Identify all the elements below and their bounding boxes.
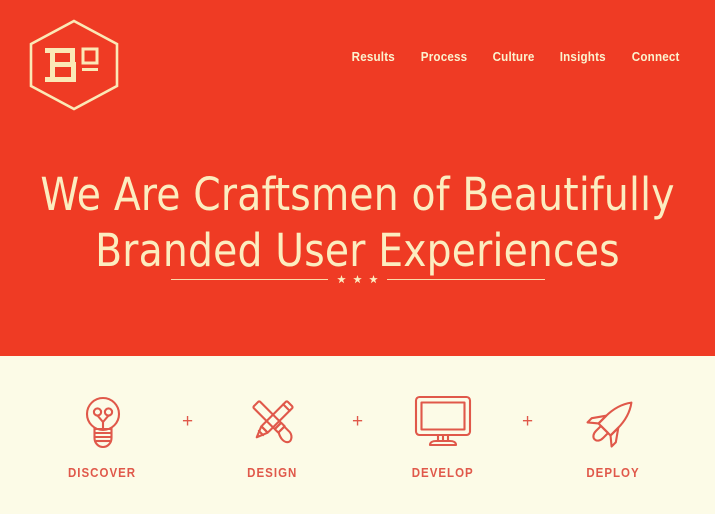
process-step-deploy[interactable]: DEPLOY bbox=[549, 390, 677, 480]
monitor-icon bbox=[412, 390, 474, 452]
nav-link-process[interactable]: Process bbox=[421, 50, 468, 64]
hero-headline: We Are Craftsmen of Beautifully Branded … bbox=[11, 167, 705, 279]
lightbulb-icon bbox=[78, 390, 128, 452]
pencil-brush-cross-icon bbox=[244, 390, 302, 452]
hero-divider bbox=[170, 275, 545, 284]
divider-rule-left bbox=[170, 279, 328, 280]
main-navigation: Results Process Culture Insights Connect bbox=[350, 50, 681, 64]
rocket-icon bbox=[584, 390, 642, 452]
process-separator-3: + bbox=[521, 410, 534, 432]
process-separator-2: + bbox=[351, 410, 364, 432]
process-step-label: DISCOVER bbox=[68, 466, 137, 480]
star-icon bbox=[337, 275, 346, 284]
hexagon-ba-logo-icon bbox=[29, 19, 119, 111]
nav-link-connect[interactable]: Connect bbox=[631, 50, 679, 64]
landing-page: Results Process Culture Insights Connect… bbox=[0, 0, 715, 514]
process-step-develop[interactable]: DEVELOP bbox=[379, 390, 507, 480]
star-icon bbox=[369, 275, 378, 284]
nav-link-culture[interactable]: Culture bbox=[492, 50, 534, 64]
process-step-design[interactable]: DESIGN bbox=[209, 390, 337, 480]
process-section: DISCOVER + DESIGN + DEVELOP + DEPLOY bbox=[0, 356, 715, 514]
process-separator-1: + bbox=[181, 410, 194, 432]
divider-rule-right bbox=[387, 279, 545, 280]
nav-link-insights[interactable]: Insights bbox=[560, 50, 606, 64]
process-step-label: DESIGN bbox=[247, 466, 298, 480]
site-header: Results Process Culture Insights Connect bbox=[0, 0, 715, 120]
process-step-label: DEPLOY bbox=[585, 466, 640, 480]
star-icon bbox=[353, 275, 362, 284]
divider-stars bbox=[337, 275, 378, 284]
site-logo[interactable] bbox=[26, 18, 122, 112]
nav-link-results[interactable]: Results bbox=[352, 50, 395, 64]
hero-section: Results Process Culture Insights Connect… bbox=[0, 0, 715, 356]
process-step-discover[interactable]: DISCOVER bbox=[39, 390, 167, 480]
process-step-label: DEVELOP bbox=[411, 466, 474, 480]
headline-line-1: We Are Craftsmen of Beautifully bbox=[40, 168, 675, 222]
headline-line-2: Branded User Experiences bbox=[95, 224, 620, 278]
process-steps: DISCOVER + DESIGN + DEVELOP + DEPLOY bbox=[0, 390, 715, 480]
